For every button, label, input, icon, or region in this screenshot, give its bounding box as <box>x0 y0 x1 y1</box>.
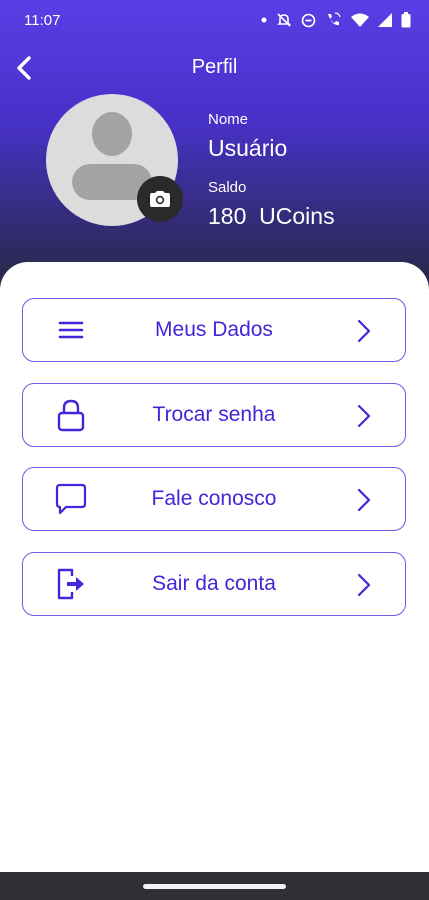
avatar-head <box>92 112 132 156</box>
menu-item-label: Sair da conta <box>152 572 276 595</box>
wifi-icon <box>351 13 369 27</box>
wifi-call-icon <box>328 12 341 26</box>
name-value: Usuário <box>208 135 288 161</box>
balance-label: Saldo <box>208 179 247 196</box>
home-indicator[interactable] <box>143 884 286 889</box>
menu-item-label: Fale conosco <box>151 487 277 510</box>
dnd-icon <box>301 13 316 27</box>
signal-icon <box>378 13 392 27</box>
menu-item-label: Meus Dados <box>155 318 273 341</box>
mute-icon <box>277 13 291 27</box>
menu-item-contact-us[interactable]: Fale conosco <box>22 467 406 531</box>
change-photo-button[interactable] <box>137 176 183 222</box>
status-bar: 11:07 <box>0 0 429 44</box>
menu-item-label: Trocar senha <box>152 403 276 426</box>
chevron-right-icon <box>357 404 371 428</box>
status-time: 11:07 <box>24 12 61 29</box>
menu-item-logout[interactable]: Sair da conta <box>22 552 406 616</box>
camera-icon <box>150 191 170 207</box>
chevron-right-icon <box>357 319 371 343</box>
status-icons <box>261 12 411 28</box>
balance-value: 180 UCoins <box>208 203 335 229</box>
page-title: Perfil <box>191 56 238 78</box>
name-label: Nome <box>208 111 249 128</box>
menu-item-my-data[interactable]: Meus Dados <box>22 298 406 362</box>
notification-dot-icon <box>261 17 267 23</box>
chevron-right-icon <box>357 573 371 597</box>
chevron-right-icon <box>357 488 371 512</box>
battery-icon <box>401 12 411 28</box>
menu-item-change-password[interactable]: Trocar senha <box>22 383 406 447</box>
